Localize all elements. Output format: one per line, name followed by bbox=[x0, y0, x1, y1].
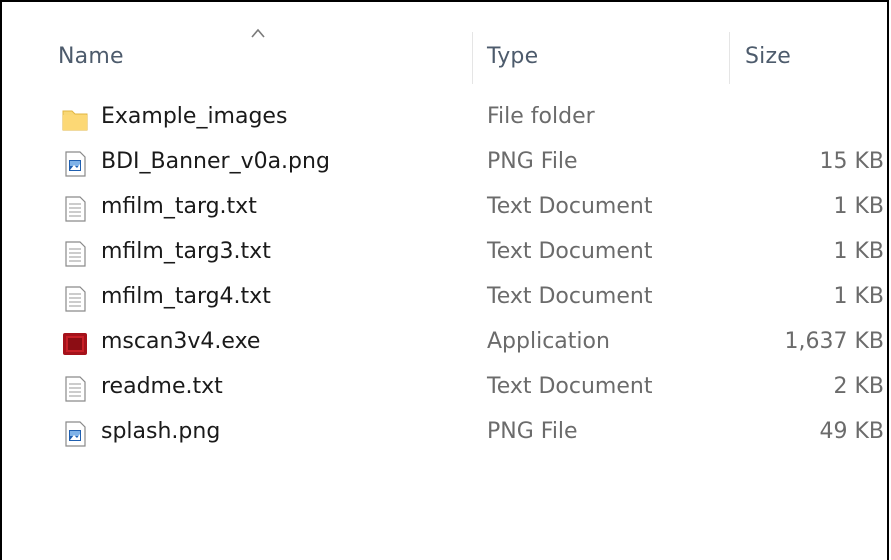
png-file-icon bbox=[65, 151, 86, 177]
column-header-name[interactable]: Name bbox=[58, 44, 124, 69]
list-item-folder[interactable]: Example_images File folder bbox=[4, 96, 889, 141]
file-type: Text Document bbox=[487, 284, 653, 309]
file-type: Text Document bbox=[487, 239, 653, 264]
folder-icon bbox=[62, 110, 88, 131]
file-size: 1 KB bbox=[833, 239, 884, 264]
file-name: Example_images bbox=[101, 104, 288, 129]
file-name: mfilm_targ3.txt bbox=[101, 239, 271, 264]
file-type: Application bbox=[487, 329, 610, 354]
application-icon bbox=[63, 333, 87, 355]
file-name: mscan3v4.exe bbox=[101, 329, 261, 354]
file-size: 1 KB bbox=[833, 284, 884, 309]
list-item-file[interactable]: splash.png PNG File 49 KB bbox=[4, 411, 889, 456]
text-file-icon bbox=[65, 376, 86, 402]
file-name: splash.png bbox=[101, 419, 221, 444]
column-divider[interactable] bbox=[472, 32, 473, 84]
file-name: mfilm_targ.txt bbox=[101, 194, 257, 219]
text-file-icon bbox=[65, 196, 86, 222]
text-file-icon bbox=[65, 241, 86, 267]
file-size: 49 KB bbox=[819, 419, 884, 444]
file-name: mfilm_targ4.txt bbox=[101, 284, 271, 309]
file-size: 2 KB bbox=[833, 374, 884, 399]
list-item-file[interactable]: mfilm_targ4.txt Text Document 1 KB bbox=[4, 276, 889, 321]
column-divider[interactable] bbox=[729, 32, 730, 84]
file-list: Example_images File folder BDI_Banner_v0… bbox=[4, 96, 889, 456]
file-type: File folder bbox=[487, 104, 595, 129]
sort-ascending-icon bbox=[251, 28, 265, 38]
file-size: 15 KB bbox=[819, 149, 884, 174]
list-item-file[interactable]: readme.txt Text Document 2 KB bbox=[4, 366, 889, 411]
file-size: 1,637 KB bbox=[784, 329, 885, 354]
file-name: BDI_Banner_v0a.png bbox=[101, 149, 330, 174]
file-size: 1 KB bbox=[833, 194, 884, 219]
file-type: PNG File bbox=[487, 149, 578, 174]
file-type: PNG File bbox=[487, 419, 578, 444]
column-header-size[interactable]: Size bbox=[745, 44, 791, 69]
text-file-icon bbox=[65, 286, 86, 312]
file-name: readme.txt bbox=[101, 374, 223, 399]
list-item-file[interactable]: mscan3v4.exe Application 1,637 KB bbox=[4, 321, 889, 366]
column-header-type[interactable]: Type bbox=[487, 44, 538, 69]
file-type: Text Document bbox=[487, 374, 653, 399]
file-type: Text Document bbox=[487, 194, 653, 219]
list-item-file[interactable]: mfilm_targ3.txt Text Document 1 KB bbox=[4, 231, 889, 276]
png-file-icon bbox=[65, 421, 86, 447]
list-item-file[interactable]: BDI_Banner_v0a.png PNG File 15 KB bbox=[4, 141, 889, 186]
list-item-file[interactable]: mfilm_targ.txt Text Document 1 KB bbox=[4, 186, 889, 231]
column-header-bar: Name Type Size bbox=[4, 4, 889, 84]
file-list-window: Name Type Size Example_images File folde… bbox=[0, 0, 889, 560]
